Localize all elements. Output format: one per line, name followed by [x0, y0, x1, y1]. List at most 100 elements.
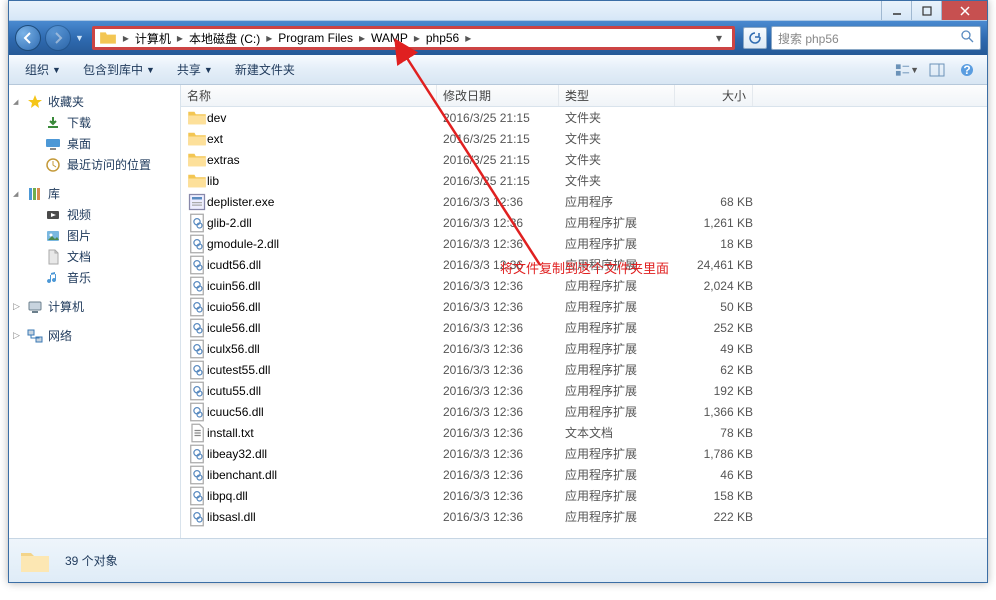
file-name: icutu55.dll [207, 384, 443, 398]
forward-button[interactable] [45, 25, 71, 51]
sidebar-network[interactable]: 网络 [9, 325, 180, 346]
breadcrumb-item[interactable]: 计算机 [131, 30, 175, 47]
file-name: lib [207, 174, 443, 188]
breadcrumb-item[interactable]: php56 [422, 31, 463, 45]
chevron-right-icon[interactable]: ▸ [175, 31, 185, 45]
file-type: 文件夹 [565, 130, 681, 147]
file-icon [187, 467, 207, 483]
video-icon [45, 207, 61, 223]
sidebar-libraries[interactable]: 库 [9, 183, 180, 204]
file-type: 应用程序扩展 [565, 319, 681, 336]
file-size: 68 KB [681, 195, 753, 209]
sidebar-favorites[interactable]: 收藏夹 [9, 91, 180, 112]
file-row[interactable]: ext2016/3/25 21:15文件夹 [181, 128, 987, 149]
file-row[interactable]: extras2016/3/25 21:15文件夹 [181, 149, 987, 170]
sidebar-item-pictures[interactable]: 图片 [9, 225, 180, 246]
file-row[interactable]: libeay32.dll2016/3/3 12:36应用程序扩展1,786 KB [181, 443, 987, 464]
history-dropdown-icon[interactable]: ▼ [75, 33, 84, 43]
share-button[interactable]: 共享 ▼ [169, 58, 221, 81]
new-folder-button[interactable]: 新建文件夹 [227, 58, 303, 81]
chevron-right-icon[interactable]: ▸ [264, 31, 274, 45]
file-list[interactable]: dev2016/3/25 21:15文件夹ext2016/3/25 21:15文… [181, 107, 987, 538]
file-row[interactable]: icuin56.dll2016/3/3 12:36应用程序扩展2,024 KB [181, 275, 987, 296]
file-row[interactable]: gmodule-2.dll2016/3/3 12:36应用程序扩展18 KB [181, 233, 987, 254]
file-date: 2016/3/3 12:36 [443, 300, 565, 314]
computer-icon [27, 299, 43, 315]
sidebar-item-documents[interactable]: 文档 [9, 246, 180, 267]
recent-icon [45, 157, 61, 173]
chevron-right-icon[interactable]: ▸ [357, 31, 367, 45]
body: 收藏夹 下载 桌面 最近访问的位置 库 视频 图片 文档 音乐 计算机 网络 名… [9, 85, 987, 538]
file-row[interactable]: icuio56.dll2016/3/3 12:36应用程序扩展50 KB [181, 296, 987, 317]
chevron-right-icon[interactable]: ▸ [463, 31, 473, 45]
file-date: 2016/3/3 12:36 [443, 279, 565, 293]
sidebar-item-recent[interactable]: 最近访问的位置 [9, 154, 180, 175]
file-type: 应用程序扩展 [565, 361, 681, 378]
file-date: 2016/3/25 21:15 [443, 174, 565, 188]
chevron-right-icon[interactable]: ▸ [412, 31, 422, 45]
file-name: icuuc56.dll [207, 405, 443, 419]
refresh-button[interactable] [743, 27, 767, 49]
include-library-button[interactable]: 包含到库中 ▼ [75, 58, 163, 81]
file-row[interactable]: icule56.dll2016/3/3 12:36应用程序扩展252 KB [181, 317, 987, 338]
file-size: 1,261 KB [681, 216, 753, 230]
file-row[interactable]: dev2016/3/25 21:15文件夹 [181, 107, 987, 128]
file-row[interactable]: icuuc56.dll2016/3/3 12:36应用程序扩展1,366 KB [181, 401, 987, 422]
file-date: 2016/3/3 12:36 [443, 468, 565, 482]
close-button[interactable] [941, 1, 987, 20]
file-type: 应用程序扩展 [565, 487, 681, 504]
nav-bar: ▼ ▸ 计算机 ▸ 本地磁盘 (C:) ▸ Program Files ▸ WA… [9, 21, 987, 55]
breadcrumb-item[interactable]: Program Files [274, 31, 357, 45]
file-name: dev [207, 111, 443, 125]
file-type: 应用程序扩展 [565, 382, 681, 399]
file-row[interactable]: glib-2.dll2016/3/3 12:36应用程序扩展1,261 KB [181, 212, 987, 233]
file-name: icuin56.dll [207, 279, 443, 293]
column-size[interactable]: 大小 [675, 85, 753, 106]
file-row[interactable]: libsasl.dll2016/3/3 12:36应用程序扩展222 KB [181, 506, 987, 527]
file-row[interactable]: install.txt2016/3/3 12:36文本文档78 KB [181, 422, 987, 443]
file-name: icudt56.dll [207, 258, 443, 272]
breadcrumb-item[interactable]: 本地磁盘 (C:) [185, 30, 264, 47]
file-row[interactable]: deplister.exe2016/3/3 12:36应用程序68 KB [181, 191, 987, 212]
column-date[interactable]: 修改日期 [437, 85, 559, 106]
view-options-button[interactable]: ▼ [895, 59, 919, 81]
file-size: 158 KB [681, 489, 753, 503]
file-row[interactable]: icutest55.dll2016/3/3 12:36应用程序扩展62 KB [181, 359, 987, 380]
file-row[interactable]: icudt56.dll2016/3/3 12:36应用程序扩展24,461 KB [181, 254, 987, 275]
help-button[interactable]: ? [955, 59, 979, 81]
address-bar[interactable]: ▸ 计算机 ▸ 本地磁盘 (C:) ▸ Program Files ▸ WAMP… [92, 26, 735, 50]
sidebar-item-videos[interactable]: 视频 [9, 204, 180, 225]
column-type[interactable]: 类型 [559, 85, 675, 106]
sidebar-item-downloads[interactable]: 下载 [9, 112, 180, 133]
address-dropdown-icon[interactable]: ▾ [710, 31, 728, 45]
sidebar-item-music[interactable]: 音乐 [9, 267, 180, 288]
file-row[interactable]: iculx56.dll2016/3/3 12:36应用程序扩展49 KB [181, 338, 987, 359]
minimize-button[interactable] [881, 1, 911, 20]
file-row[interactable]: libenchant.dll2016/3/3 12:36应用程序扩展46 KB [181, 464, 987, 485]
file-row[interactable]: lib2016/3/25 21:15文件夹 [181, 170, 987, 191]
titlebar [9, 1, 987, 21]
file-type: 应用程序扩展 [565, 508, 681, 525]
sidebar-item-desktop[interactable]: 桌面 [9, 133, 180, 154]
file-date: 2016/3/3 12:36 [443, 405, 565, 419]
chevron-right-icon[interactable]: ▸ [121, 31, 131, 45]
file-icon [187, 236, 207, 252]
file-date: 2016/3/3 12:36 [443, 489, 565, 503]
sidebar-computer[interactable]: 计算机 [9, 296, 180, 317]
column-header-row: 名称 修改日期 类型 大小 [181, 85, 987, 107]
back-button[interactable] [15, 25, 41, 51]
file-icon [187, 446, 207, 462]
file-row[interactable]: icutu55.dll2016/3/3 12:36应用程序扩展192 KB [181, 380, 987, 401]
desktop-icon [45, 136, 61, 152]
preview-pane-button[interactable] [925, 59, 949, 81]
organize-button[interactable]: 组织 ▼ [17, 58, 69, 81]
search-input[interactable]: 搜索 php56 [771, 26, 981, 50]
file-row[interactable]: libpq.dll2016/3/3 12:36应用程序扩展158 KB [181, 485, 987, 506]
file-icon [187, 110, 207, 126]
column-name[interactable]: 名称 [181, 85, 437, 106]
file-type: 文件夹 [565, 151, 681, 168]
file-date: 2016/3/3 12:36 [443, 237, 565, 251]
file-icon [187, 257, 207, 273]
breadcrumb-item[interactable]: WAMP [367, 31, 412, 45]
maximize-button[interactable] [911, 1, 941, 20]
